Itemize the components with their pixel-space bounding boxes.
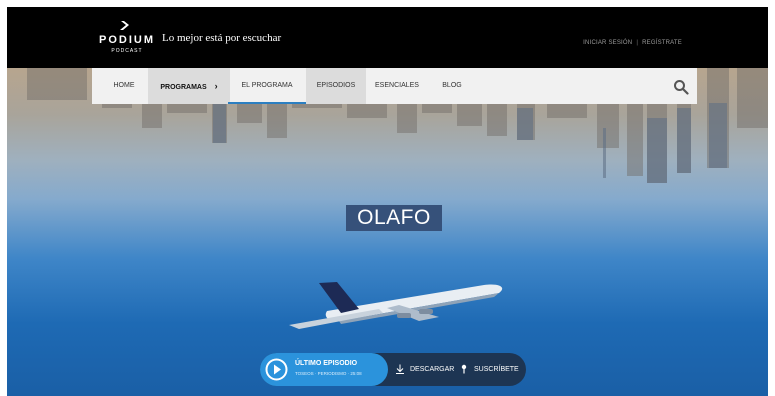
download-label: DESCARGAR bbox=[410, 366, 455, 373]
login-link[interactable]: INICIAR SESIÓN bbox=[583, 40, 632, 46]
subscribe-label: SUSCRÍBETE bbox=[474, 366, 519, 373]
top-bar: PODIUM PODCAST Lo mejor está por escucha… bbox=[7, 7, 768, 68]
nav-el-programa-label: EL PROGRAMA bbox=[241, 82, 293, 89]
airplane-image bbox=[289, 282, 503, 329]
podium-logo-icon bbox=[120, 21, 129, 30]
download-icon bbox=[396, 364, 404, 375]
show-title-box: OLAFO bbox=[346, 205, 442, 231]
nav-el-programa[interactable]: EL PROGRAMA bbox=[228, 68, 306, 104]
active-tab-underline bbox=[228, 101, 306, 104]
chevron-right-icon: › bbox=[214, 81, 218, 91]
nav-blog[interactable]: BLOG bbox=[432, 68, 472, 104]
search-icon[interactable] bbox=[673, 79, 689, 95]
latest-episode-button[interactable]: ÚLTIMO EPISODIO TOSEOS · PERIODISMO · 25… bbox=[260, 353, 388, 386]
main-nav: HOME PROGRAMAS › EL PROGRAMA EPISODIOS E… bbox=[92, 68, 697, 104]
latest-episode-player: ÚLTIMO EPISODIO TOSEOS · PERIODISMO · 25… bbox=[260, 353, 526, 386]
subscribe-icon bbox=[461, 364, 467, 374]
auth-links: INICIAR SESIÓN | REGÍSTRATE bbox=[583, 40, 682, 46]
podium-logo[interactable]: PODIUM PODCAST bbox=[97, 21, 157, 61]
auth-separator: | bbox=[636, 40, 639, 46]
logo-subtitle: PODCAST bbox=[111, 48, 143, 54]
nav-home[interactable]: HOME bbox=[104, 68, 144, 104]
latest-episode-label: ÚLTIMO EPISODIO bbox=[295, 360, 358, 367]
download-button[interactable]: DESCARGAR bbox=[395, 363, 454, 377]
tagline: Lo mejor está por escuchar bbox=[162, 32, 282, 44]
show-title: OLAFO bbox=[357, 206, 431, 229]
nav-episodios[interactable]: EPISODIOS bbox=[306, 68, 366, 104]
play-icon[interactable] bbox=[264, 357, 289, 382]
nav-programas[interactable]: PROGRAMAS › bbox=[148, 68, 230, 104]
nav-esenciales[interactable]: ESENCIALES bbox=[372, 68, 422, 104]
nav-programas-label: PROGRAMAS bbox=[160, 84, 207, 91]
hero-banner bbox=[7, 68, 768, 396]
logo-wordmark: PODIUM bbox=[99, 34, 155, 46]
latest-episode-meta: TOSEOS · PERIODISMO · 25:08 bbox=[295, 371, 362, 376]
register-link[interactable]: REGÍSTRATE bbox=[642, 40, 682, 46]
subscribe-button[interactable]: SUSCRÍBETE bbox=[460, 363, 519, 377]
page-frame: PODIUM PODCAST Lo mejor está por escucha… bbox=[7, 7, 768, 396]
